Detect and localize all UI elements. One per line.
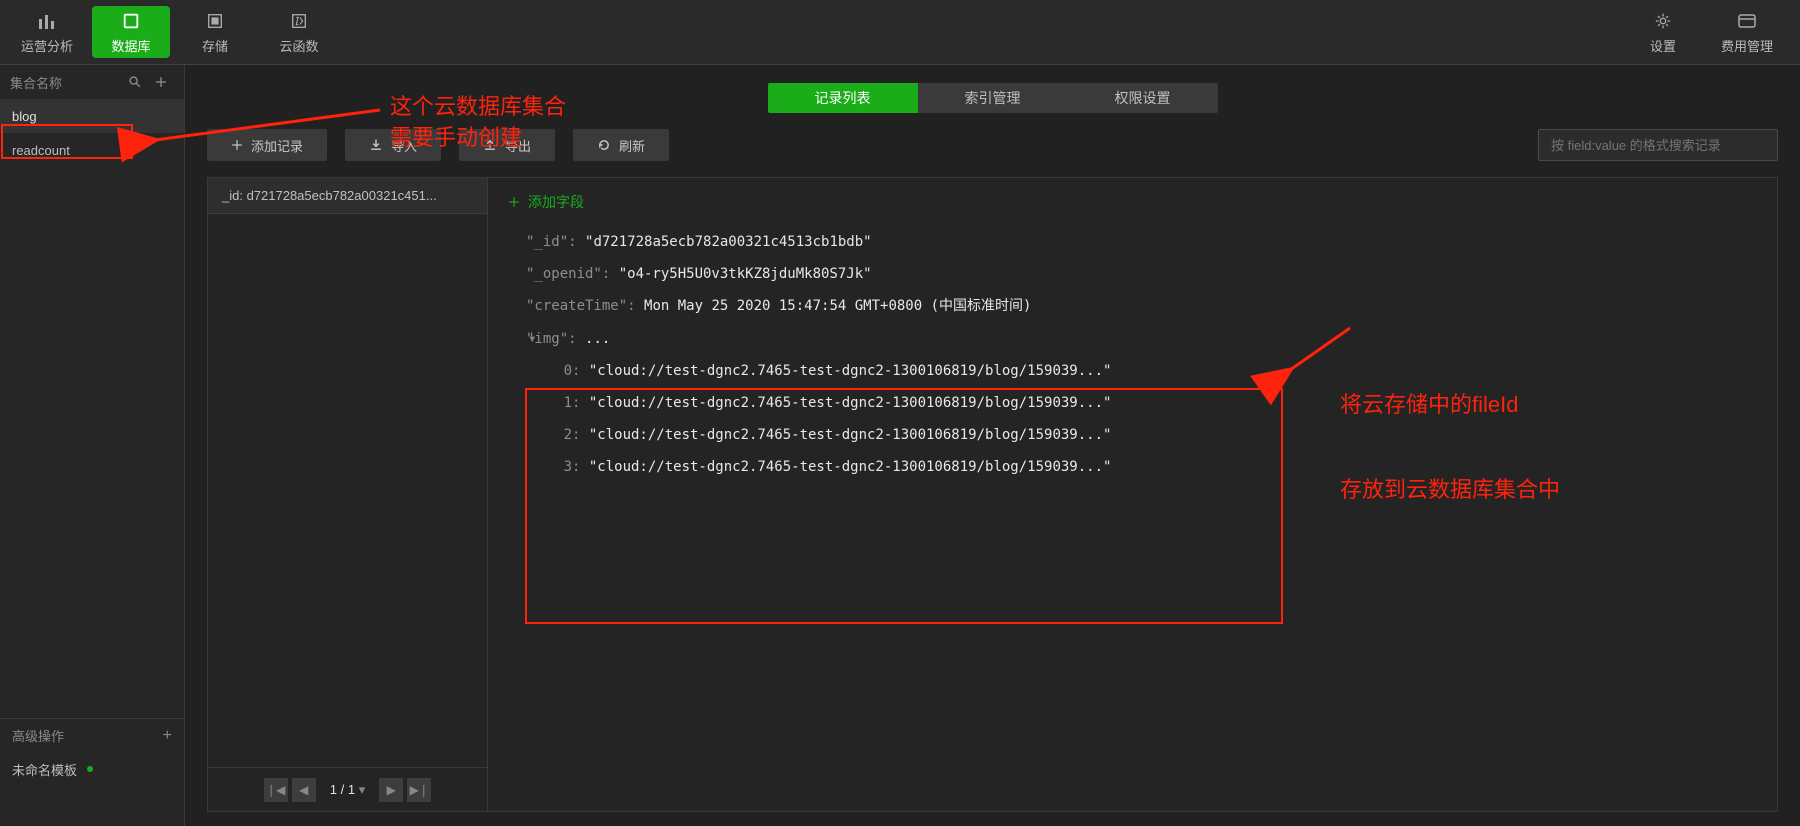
- nav-database[interactable]: 数据库: [92, 6, 170, 58]
- search-icon: [128, 75, 142, 89]
- import-icon: [369, 138, 383, 152]
- nav-analytics[interactable]: 运营分析: [8, 6, 86, 58]
- tab-records[interactable]: 记录列表: [768, 83, 918, 113]
- status-dot: [87, 766, 93, 772]
- nav-functions[interactable]: 云函数: [260, 6, 338, 58]
- collection-item-blog[interactable]: blog: [0, 99, 184, 133]
- plus-icon: [154, 75, 168, 89]
- billing-icon: [1735, 10, 1759, 32]
- sidebar-title: 集合名称: [10, 73, 62, 92]
- nav-settings[interactable]: 设置: [1624, 6, 1702, 58]
- add-field-button[interactable]: 添加字段: [504, 188, 1761, 226]
- advanced-operations[interactable]: 高级操作 +: [0, 718, 184, 752]
- record-tabs: 记录列表 索引管理 权限设置: [768, 83, 1218, 113]
- plus-icon: +: [163, 727, 172, 745]
- collection-item-readcount[interactable]: readcount: [0, 133, 184, 167]
- nav-billing[interactable]: 费用管理: [1708, 6, 1786, 58]
- collapse-caret-icon[interactable]: ▾: [528, 323, 536, 355]
- refresh-icon: [597, 138, 611, 152]
- field-id[interactable]: "_id": "d721728a5ecb782a00321c4513cb1bdb…: [526, 226, 1761, 258]
- img-item-3[interactable]: 3: "cloud://test-dgnc2.7465-test-dgnc2-1…: [526, 451, 1761, 483]
- storage-icon: [203, 10, 227, 32]
- pager-prev[interactable]: ◀: [292, 778, 316, 802]
- nav-storage[interactable]: 存储: [176, 6, 254, 58]
- pager-first[interactable]: ❘◀: [264, 778, 288, 802]
- add-collection-button[interactable]: [148, 69, 174, 95]
- img-item-0[interactable]: 0: "cloud://test-dgnc2.7465-test-dgnc2-1…: [526, 355, 1761, 387]
- img-item-2[interactable]: 2: "cloud://test-dgnc2.7465-test-dgnc2-1…: [526, 419, 1761, 451]
- plus-icon: [231, 139, 243, 151]
- record-pager: ❘◀ ◀ 1 / 1 ▾ ▶ ▶❘: [208, 767, 487, 811]
- img-item-1[interactable]: 1: "cloud://test-dgnc2.7465-test-dgnc2-1…: [526, 387, 1761, 419]
- gear-icon: [1651, 10, 1675, 32]
- refresh-button[interactable]: 刷新: [573, 129, 669, 161]
- tab-permissions[interactable]: 权限设置: [1068, 83, 1218, 113]
- field-openid[interactable]: "_openid": "o4-ry5H5U0v3tkKZ8jduMk80S7Jk…: [526, 258, 1761, 290]
- bar-chart-icon: [35, 10, 59, 32]
- tab-indexes[interactable]: 索引管理: [918, 83, 1068, 113]
- function-icon: [287, 10, 311, 32]
- record-item[interactable]: _id: d721728a5ecb782a00321c451...: [208, 178, 487, 214]
- import-button[interactable]: 导入: [345, 129, 441, 161]
- export-button[interactable]: 导出: [459, 129, 555, 161]
- add-record-button[interactable]: 添加记录: [207, 129, 327, 161]
- record-detail: 添加字段 "_id": "d721728a5ecb782a00321c4513c…: [488, 178, 1777, 811]
- pager-info: 1 / 1 ▾: [320, 782, 375, 798]
- export-icon: [483, 138, 497, 152]
- search-records-input[interactable]: [1538, 129, 1778, 161]
- json-viewer: "_id": "d721728a5ecb782a00321c4513cb1bdb…: [504, 226, 1761, 484]
- record-list: _id: d721728a5ecb782a00321c451... ❘◀ ◀ 1…: [208, 178, 488, 811]
- database-icon: [119, 10, 143, 32]
- field-createtime[interactable]: "createTime": Mon May 25 2020 15:47:54 G…: [526, 290, 1761, 322]
- pager-last[interactable]: ▶❘: [407, 778, 431, 802]
- template-item[interactable]: 未命名模板: [0, 752, 184, 786]
- field-img[interactable]: ▾ "img": ...: [526, 323, 1761, 355]
- pager-next[interactable]: ▶: [379, 778, 403, 802]
- plus-icon: [508, 196, 520, 208]
- search-collections-button[interactable]: [122, 69, 148, 95]
- collections-sidebar: 集合名称 blog readcount 高级操作 + 未命名模板: [0, 65, 185, 826]
